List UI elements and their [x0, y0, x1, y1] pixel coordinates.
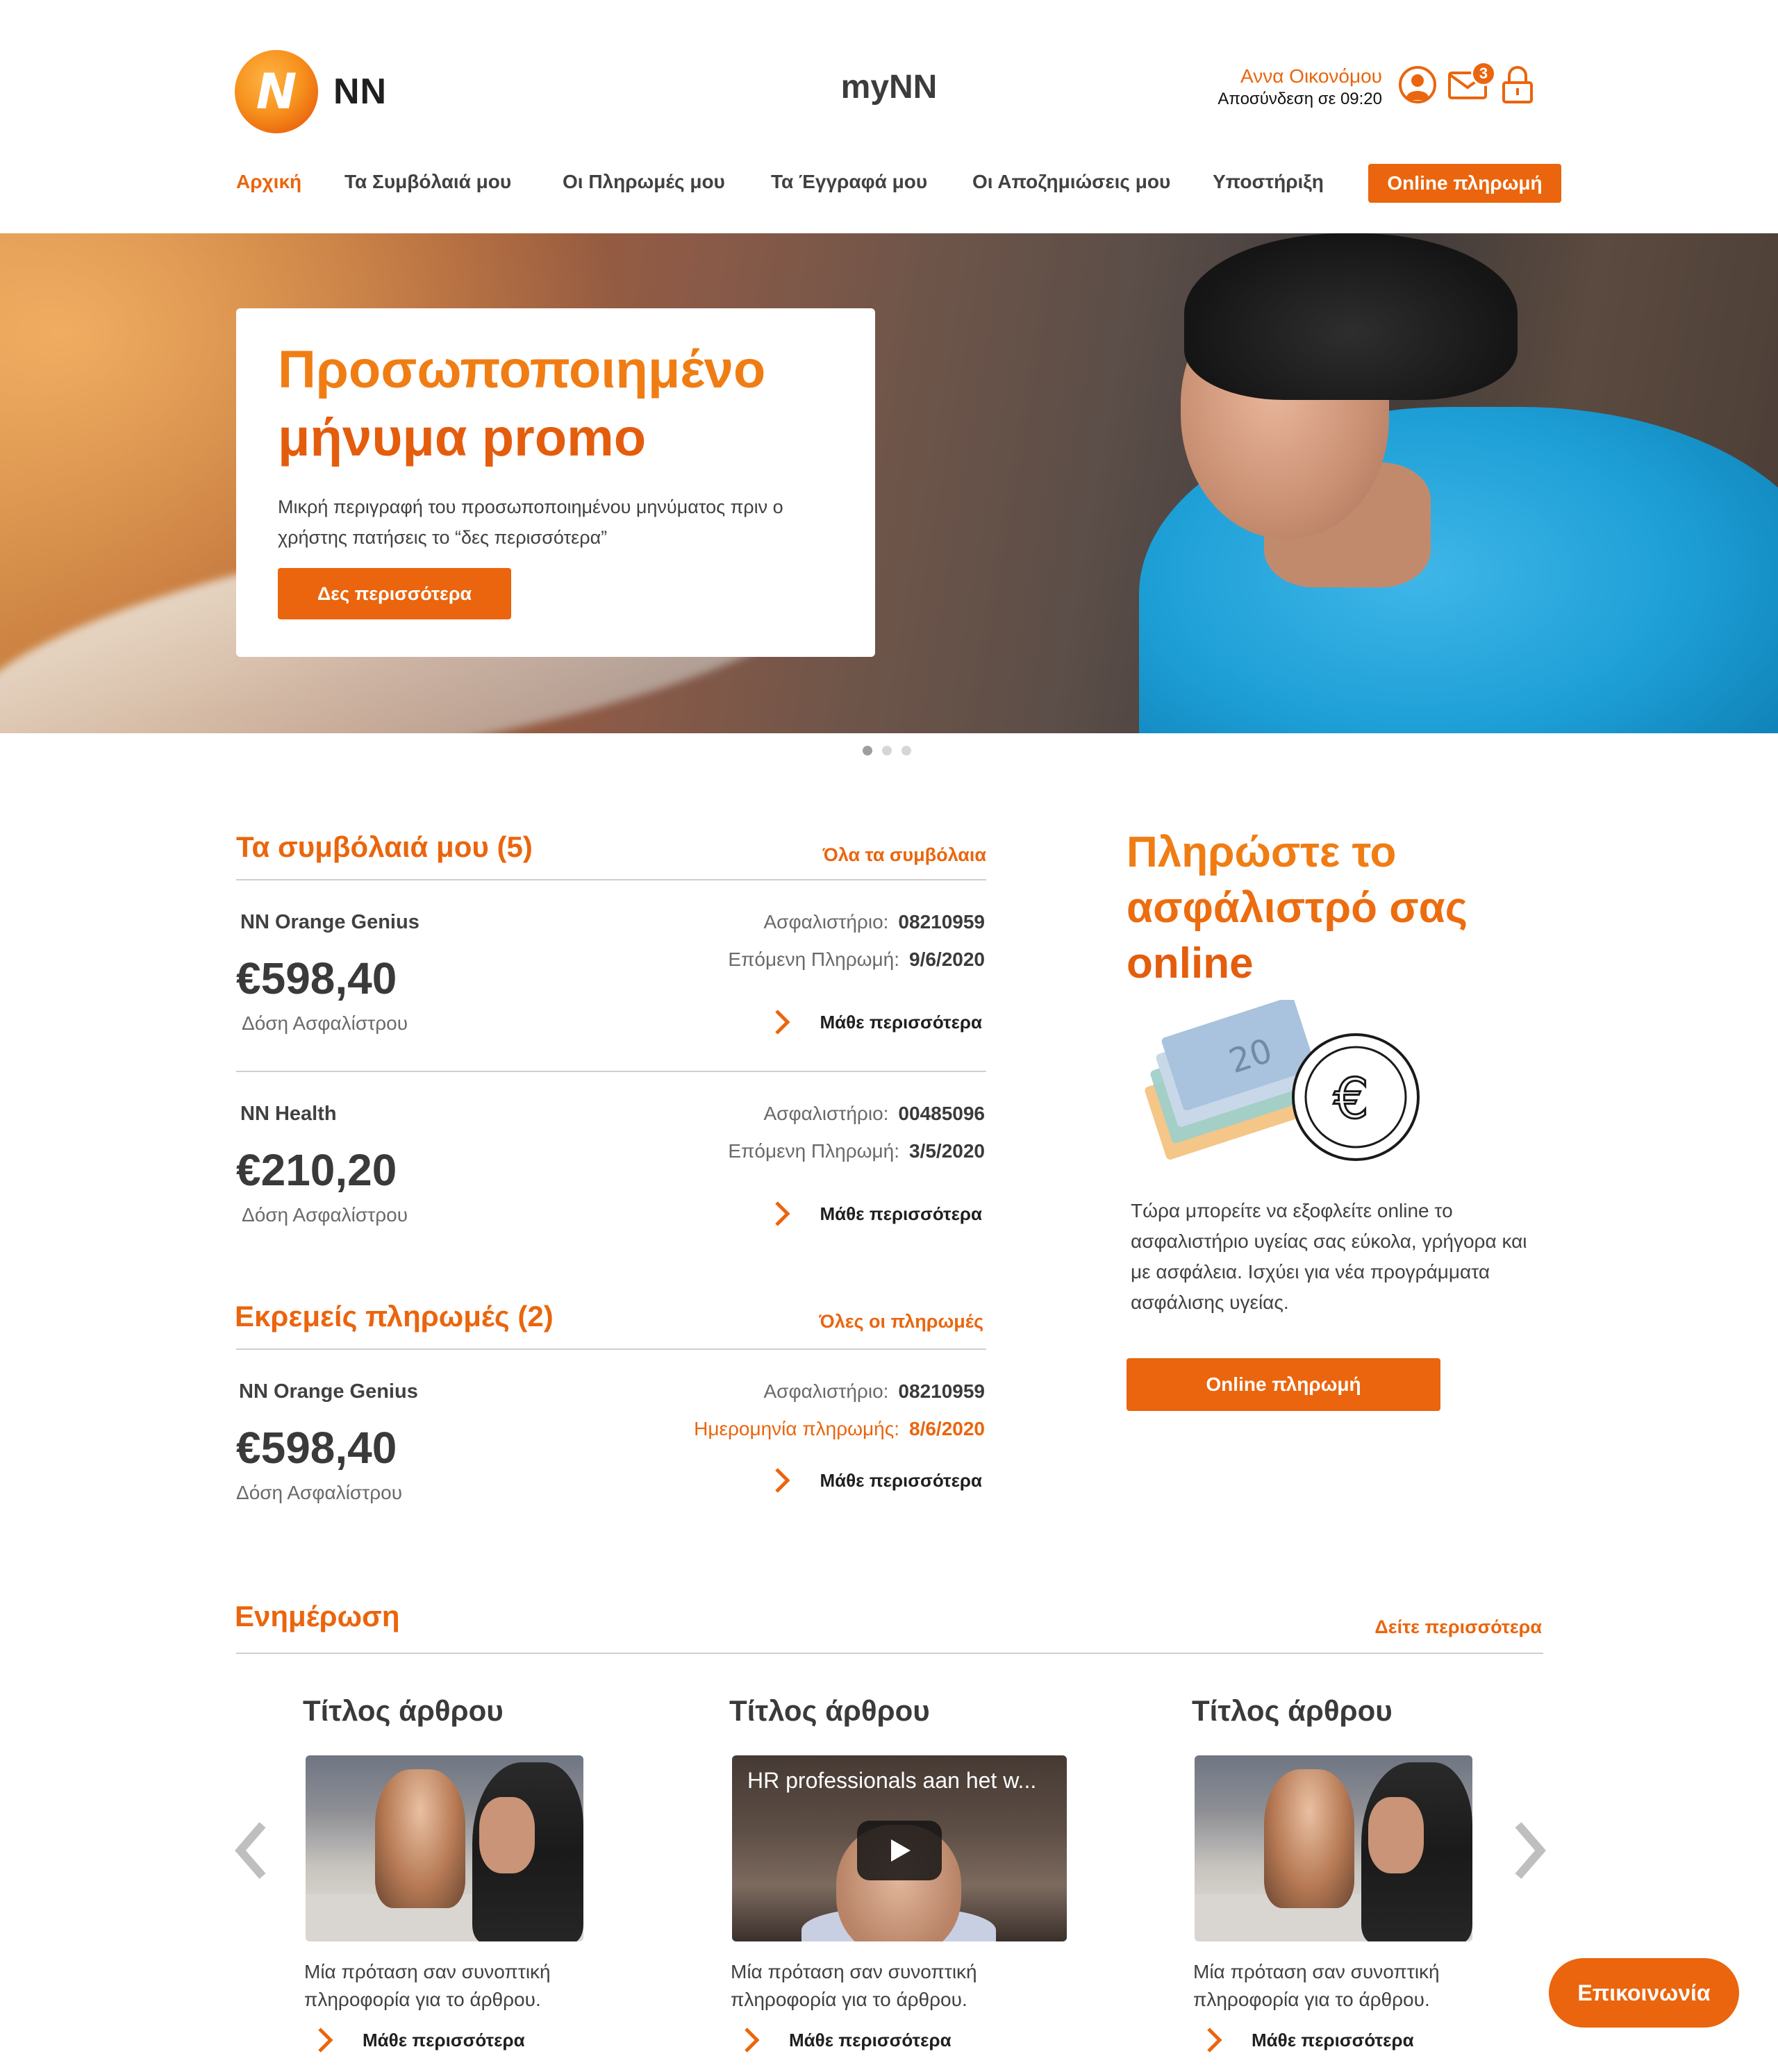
premium-label: Δόση Ασφαλίστρου — [242, 1204, 408, 1226]
logout-timer: Αποσύνδεση σε 09:20 — [1218, 90, 1382, 108]
news-see-more-link[interactable]: Δείτε περισσότερα — [1374, 1616, 1542, 1638]
carousel-dots — [863, 746, 911, 757]
nav-online-payment-button[interactable]: Online πληρωμή — [1368, 164, 1561, 203]
product-name: NN Health — [240, 1103, 337, 1125]
article-title[interactable]: Τίτλος άρθρου — [1192, 1694, 1539, 1728]
contact-button[interactable]: Επικοινωνία — [1549, 1958, 1739, 2028]
chevron-right-icon — [1207, 2028, 1222, 2053]
video-title: HR professionals aan het w... — [747, 1768, 1037, 1793]
user-icon[interactable] — [1396, 64, 1439, 107]
lock-icon[interactable] — [1496, 64, 1539, 107]
nav-my-claims[interactable]: Οι Αποζημιώσεις μου — [972, 171, 1170, 193]
article-description: Μία πρόταση σαν συνοπτική πληροφορία για… — [731, 1961, 977, 2010]
banknotes-euro-illustration: 20 € — [1145, 1000, 1420, 1161]
mail-count-badge: 3 — [1471, 61, 1496, 86]
policy-row: Ασφαλιστήριο: 08210959 — [763, 1380, 985, 1402]
news-divider — [236, 1653, 1543, 1654]
pending-payment-card: NN Orange Genius €598,40 Δόση Ασφαλίστρο… — [236, 1375, 986, 1542]
carousel-dot-1[interactable] — [863, 746, 872, 755]
nn-brand-text: NN — [333, 72, 388, 112]
nn-logo[interactable]: N NN — [235, 49, 394, 135]
nav-support[interactable]: Υποστήριξη — [1213, 171, 1324, 193]
all-contracts-link[interactable]: Όλα τα συμβόλαια — [822, 844, 986, 866]
next-payment-date: 3/5/2020 — [909, 1140, 985, 1162]
premium-label: Δόση Ασφαλίστρου — [242, 1012, 408, 1034]
app-title: myNN — [840, 69, 938, 106]
contracts-title: Τα συμβόλαιά μου (5) — [236, 830, 533, 863]
policy-row: Ασφαλιστήριο: 00485096 — [763, 1103, 985, 1124]
online-payment-button[interactable]: Online πληρωμή — [1127, 1358, 1440, 1411]
contract-divider — [236, 1071, 986, 1072]
policy-number: 08210959 — [898, 1380, 985, 1402]
main-nav: Αρχική Τα Συμβόλαιά μου Οι Πληρωμές μου … — [235, 164, 1561, 203]
next-payment-row: Επόμενη Πληρωμή: 3/5/2020 — [728, 1140, 985, 1162]
pay-online-description: Τώρα μπορείτε να εξοφλείτε online το ασφ… — [1131, 1200, 1527, 1313]
learn-more-link[interactable]: Μάθε περισσότερα — [311, 2026, 525, 2054]
user-info: Αννα Οικονόμου Αποσύνδεση σε 09:20 — [1218, 64, 1382, 110]
svg-text:€: € — [1334, 1067, 1369, 1131]
next-payment-row: Επόμενη Πληρωμή: 9/6/2020 — [728, 949, 985, 970]
nav-my-documents[interactable]: Τα Έγγραφά μου — [771, 171, 927, 193]
promo-description: Μικρή περιγραφή του προσωποποιημένου μην… — [278, 496, 783, 548]
all-payments-link[interactable]: Όλες οι πληρωμές — [819, 1311, 983, 1332]
carousel-dot-3[interactable] — [902, 746, 911, 755]
policy-row: Ασφαλιστήριο: 08210959 — [763, 911, 985, 933]
contract-card: NN Orange Genius €598,40 Δόση Ασφαλίστρο… — [236, 905, 986, 1072]
nav-my-payments[interactable]: Οι Πληρωμές μου — [563, 171, 725, 193]
nn-logo-mark: N — [235, 50, 318, 133]
premium-amount: €598,40 — [236, 1423, 397, 1473]
play-icon[interactable] — [857, 1821, 942, 1880]
premium-label: Δόση Ασφαλίστρου — [236, 1482, 403, 1503]
nav-my-contracts[interactable]: Τα Συμβόλαιά μου — [344, 171, 511, 193]
contract-card: NN Health €210,20 Δόση Ασφαλίστρου Ασφαλ… — [236, 1097, 986, 1264]
article-title[interactable]: Τίτλος άρθρου — [729, 1694, 1077, 1728]
chevron-right-icon[interactable] — [1509, 1819, 1550, 1882]
chevron-left-icon[interactable] — [231, 1819, 272, 1882]
nav-home[interactable]: Αρχική — [236, 171, 301, 193]
learn-more-link[interactable]: Μάθε περισσότερα — [768, 1200, 982, 1228]
news-title: Ενημέρωση — [235, 1600, 400, 1632]
article-card[interactable]: Τίτλος άρθρου Μία πρόταση σαν συνοπτική … — [303, 1694, 650, 2053]
premium-amount: €210,20 — [236, 1145, 397, 1195]
learn-more-link[interactable]: Μάθε περισσότερα — [768, 1467, 982, 1494]
hero-person-hat — [1184, 233, 1518, 400]
payment-date-row: Ημερομηνία πληρωμής: 8/6/2020 — [694, 1418, 985, 1439]
policy-number: 00485096 — [898, 1103, 985, 1124]
carousel-dot-2[interactable] — [882, 746, 892, 755]
next-payment-date: 9/6/2020 — [909, 949, 985, 970]
chevron-right-icon — [318, 2028, 333, 2053]
product-name: NN Orange Genius — [240, 911, 419, 933]
pay-online-title: Πληρώστε το ασφάλιστρό σας online — [1127, 828, 1468, 987]
contracts-divider — [236, 879, 986, 880]
article-video[interactable]: HR professionals aan het w... — [732, 1755, 1067, 1941]
chevron-right-icon — [775, 1468, 790, 1493]
chevron-right-icon — [745, 2028, 760, 2053]
article-description: Μία πρόταση σαν συνοπτική πληροφορία για… — [1193, 1961, 1440, 2010]
site-header: N NN myNN Αννα Οικονόμου Αποσύνδεση σε 0… — [0, 0, 1778, 233]
learn-more-link[interactable]: Μάθε περισσότερα — [1200, 2026, 1414, 2054]
chevron-right-icon — [775, 1010, 790, 1035]
promo-title: Προσωποποιημένο μήνυμα promo — [278, 340, 766, 467]
product-name: NN Orange Genius — [239, 1380, 418, 1403]
promo-see-more-button[interactable]: Δες περισσότερα — [278, 568, 511, 619]
article-description: Μία πρόταση σαν συνοπτική πληροφορία για… — [304, 1961, 551, 2010]
article-image[interactable] — [306, 1755, 583, 1941]
learn-more-link[interactable]: Μάθε περισσότερα — [768, 1008, 982, 1036]
article-card[interactable]: Τίτλος άρθρου Μία πρόταση σαν συνοπτική … — [1192, 1694, 1539, 2053]
chevron-right-icon — [775, 1201, 790, 1226]
learn-more-link[interactable]: Μάθε περισσότερα — [738, 2026, 952, 2054]
promo-card: Προσωποποιημένο μήνυμα promo Μικρή περιγ… — [236, 308, 875, 657]
pending-divider — [236, 1348, 986, 1350]
user-name[interactable]: Αννα Οικονόμου — [1218, 64, 1382, 89]
payment-date: 8/6/2020 — [909, 1418, 985, 1439]
article-image[interactable] — [1195, 1755, 1472, 1941]
policy-number: 08210959 — [898, 911, 985, 933]
pending-payments-title: Εκρεμείς πληρωμές (2) — [235, 1300, 554, 1332]
premium-amount: €598,40 — [236, 953, 397, 1003]
article-title[interactable]: Τίτλος άρθρου — [303, 1694, 650, 1728]
article-card[interactable]: Τίτλος άρθρου HR professionals aan het w… — [729, 1694, 1077, 2053]
